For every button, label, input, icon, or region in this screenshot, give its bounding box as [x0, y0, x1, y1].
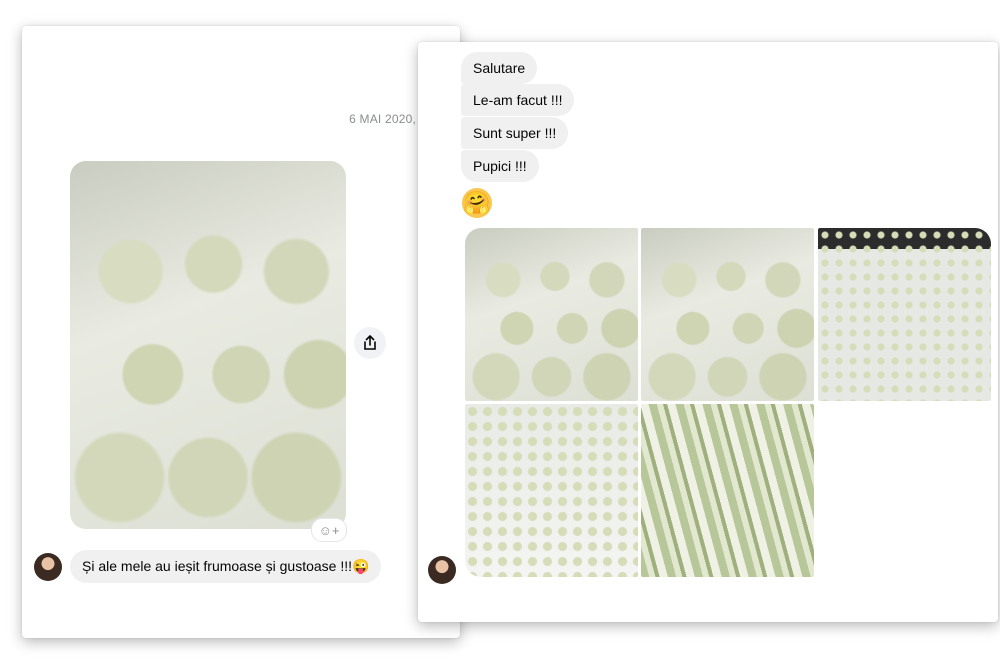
left-conversation-card: 6 MAI 2020, ☺+ Și ale mele au ieșit frum…: [22, 26, 460, 638]
add-reaction-button[interactable]: ☺+: [311, 518, 347, 542]
message-date: 6 MAI 2020,: [349, 112, 416, 126]
grid-photo-3[interactable]: [818, 228, 991, 401]
grid-photo-5[interactable]: [641, 404, 814, 577]
grid-photo-1[interactable]: [465, 228, 638, 401]
message-bubble-3: Sunt super !!!: [461, 117, 569, 149]
right-conversation-card: Salutare Le-am facut !!! Sunt super !!! …: [418, 42, 998, 622]
message-bubble-1: Salutare: [461, 52, 538, 84]
grid-photo-2[interactable]: [641, 228, 814, 401]
message-bubble-4: Pupici !!!: [461, 150, 539, 182]
message-bubble: Și ale mele au ieșit frumoase și gustoas…: [70, 550, 382, 583]
avatar[interactable]: [428, 556, 456, 584]
message-bubble-2: Le-am facut !!!: [461, 84, 575, 116]
add-reaction-icon: ☺+: [318, 522, 340, 538]
share-button[interactable]: [354, 327, 386, 359]
avatar[interactable]: [34, 553, 62, 581]
grid-photo-4[interactable]: [465, 404, 638, 577]
hugging-face-emoji: 🤗: [462, 188, 492, 218]
shared-photo[interactable]: [70, 161, 346, 529]
share-icon: [364, 335, 376, 350]
